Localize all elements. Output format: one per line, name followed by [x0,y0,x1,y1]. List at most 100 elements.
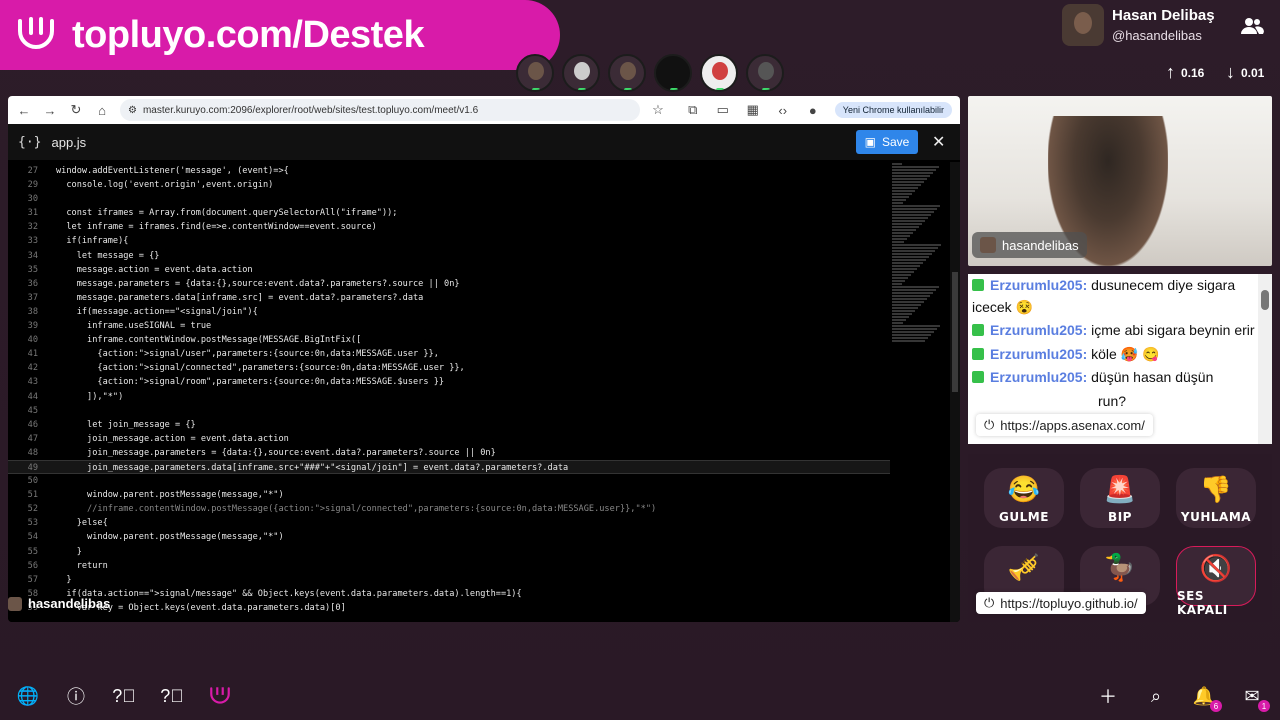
profile-icon[interactable]: ● [805,102,821,118]
code-line[interactable]: 59 var key = Object.keys(event.data.para… [8,601,890,615]
chat-scrollbar[interactable] [1258,274,1272,444]
viewer-avatar[interactable] [700,54,738,92]
code-line[interactable]: 53 }else{ [8,516,890,530]
viewer-avatar[interactable] [516,54,554,92]
code-line[interactable]: 42 {action:">signal/connected",parameter… [8,361,890,375]
add-icon[interactable]: ＋ [1096,684,1120,708]
current-user[interactable]: Hasan Delibaş @hasandelibas [1062,4,1215,46]
mail-icon[interactable]: ✉ 1 [1240,684,1270,712]
webcam-feed[interactable]: hasandelibas [968,96,1272,266]
bookmark-star-icon[interactable]: ☆ [650,102,666,118]
apps-icon[interactable]: ▦ [745,102,761,118]
code-minimap[interactable] [892,162,948,362]
minimap-line [892,295,930,297]
link-tooltip[interactable]: ⏻ https://topluyo.github.io/ [976,592,1146,614]
search-icon[interactable]: ⌕ [1144,684,1168,708]
code-line[interactable]: 30 [8,192,890,206]
code-line[interactable]: 39 inframe.useSIGNAL = true [8,319,890,333]
devices-icon[interactable]: ▭ [715,102,731,118]
topluyo-logo-icon [14,13,58,57]
address-bar[interactable]: ⚙ master.kuruyo.com:2096/explorer/root/w… [120,99,640,121]
code-line[interactable]: 58 if(data.action==">signal/message" && … [8,587,890,601]
code-line[interactable]: 52 //inframe.contentWindow.postMessage({… [8,502,890,516]
code-line[interactable]: 31 const iframes = Array.from(document.q… [8,206,890,220]
chat-username[interactable]: Erzurumlu205: [990,369,1087,385]
viewer-avatar[interactable] [608,54,646,92]
extensions-icon[interactable]: ⧉ [685,102,701,118]
forward-icon[interactable]: → [42,102,58,118]
help-alt-icon[interactable]: ?⃝ [160,684,184,708]
minimap-line [892,229,916,231]
minimap-line [892,232,913,234]
code-line[interactable]: 51 window.parent.postMessage(message,"*"… [8,488,890,502]
reload-icon[interactable]: ↻ [68,102,84,118]
reaction-button[interactable]: 😂 GULME [984,468,1064,528]
viewer-avatar[interactable] [562,54,600,92]
kick-badge-icon [972,371,984,383]
code-line[interactable]: 35 message.action = event.data.action [8,263,890,277]
code-line[interactable]: 41 {action:">signal/user",parameters:{so… [8,347,890,361]
code-line[interactable]: 29 console.log('event.origin',event.orig… [8,178,890,192]
scroll-thumb[interactable] [1261,290,1269,310]
code-line[interactable]: 54 window.parent.postMessage(message,"*"… [8,530,890,544]
home-icon[interactable]: ⌂ [94,102,110,118]
code-line[interactable]: 40 inframe.contentWindow.postMessage(MES… [8,333,890,347]
line-number: 44 [27,391,38,402]
code-line[interactable]: 57 } [8,573,890,587]
reaction-button[interactable]: 👎 YUHLAMA [1176,468,1256,528]
code-line[interactable]: 27 window.addEventListener('message', (ev… [8,164,890,178]
users-icon[interactable] [1240,16,1264,36]
reaction-emoji-icon: 😂 [1007,474,1041,504]
info-icon[interactable]: ⓘ [64,684,88,708]
minimap-line [892,241,904,243]
code-line[interactable]: 55 } [8,545,890,559]
chat-username[interactable]: Erzurumlu205: [990,346,1087,362]
reaction-emoji-icon: 🔇 [1199,553,1233,583]
minimap-line [892,199,906,201]
code-icon[interactable]: ‹› [775,102,791,118]
back-icon[interactable]: ← [16,102,32,118]
code-line[interactable]: 38 if(message.action=="<signal/join"){ [8,305,890,319]
code-line[interactable]: 37 message.parameters.data[inframe.src] … [8,291,890,305]
brand-banner[interactable]: topluyo.com/Destek [0,0,560,70]
code-line[interactable]: 45 [8,404,890,418]
reaction-button[interactable]: 🔇 SES KAPALI [1176,546,1256,617]
kick-badge-icon [972,279,984,291]
minimap-line [892,313,912,315]
minimap-line [892,181,924,183]
code-line[interactable]: 46 let join_message = {} [8,418,890,432]
link-tooltip[interactable]: ⏻ https://apps.asenax.com/ [976,414,1153,436]
chrome-update-chip[interactable]: Yeni Chrome kullanılabilir [834,102,952,118]
editor-scrollbar[interactable] [950,162,960,622]
code-line[interactable]: 33 if(inframe){ [8,234,890,248]
code-line[interactable]: 43 {action:">signal/room",parameters:{so… [8,375,890,389]
line-number: 47 [27,433,38,444]
line-number: 46 [27,419,38,430]
code-line[interactable]: 47 join_message.action = event.data.acti… [8,432,890,446]
close-icon[interactable]: ✕ [932,132,945,152]
reaction-button[interactable]: 🚨 BIP [1080,468,1160,528]
viewer-avatar[interactable] [654,54,692,92]
chat-username[interactable]: Erzurumlu205: [990,322,1087,338]
code-line[interactable]: 44 ]),"*") [8,390,890,404]
line-number: 43 [27,377,38,388]
code-text: message.parameters.data[inframe.src] = e… [56,292,424,303]
code-line[interactable]: 48 join_message.parameters = {data:{},so… [8,446,890,460]
code-line[interactable]: 32 let inframe = iframes.find(e=>e.conte… [8,220,890,234]
code-editor[interactable]: 27 window.addEventListener('message', (ev… [8,160,890,622]
code-line[interactable]: 36 message.parameters = {data:{},source:… [8,277,890,291]
viewer-avatar[interactable] [746,54,784,92]
help-icon[interactable]: ?⃝ [112,684,136,708]
minimap-line [892,268,917,270]
chat-username[interactable]: Erzurumlu205: [990,277,1087,293]
globe-icon[interactable]: 🌐 [16,684,40,708]
site-info-icon[interactable]: ⚙ [128,105,137,116]
scroll-thumb[interactable] [952,272,958,392]
bell-icon[interactable]: 🔔 6 [1192,684,1222,712]
save-button[interactable]: ▣ Save [856,130,918,154]
code-line[interactable]: 34 let message = {} [8,249,890,263]
code-line[interactable]: 50 [8,474,890,488]
topluyo-logo-icon[interactable] [208,684,232,708]
code-line[interactable]: 49 join_message.parameters.data[inframe.… [8,459,890,475]
code-line[interactable]: 56 return [8,559,890,573]
